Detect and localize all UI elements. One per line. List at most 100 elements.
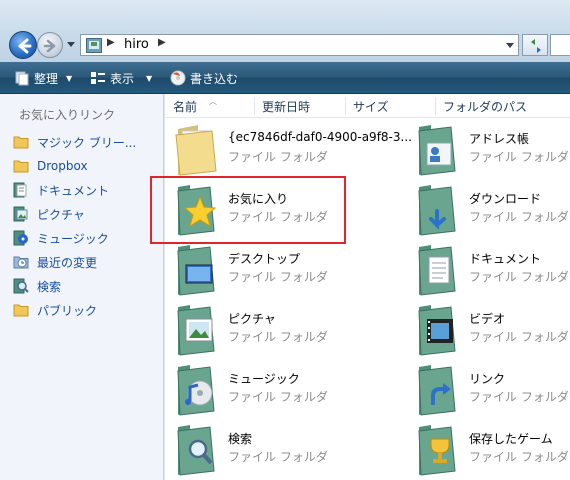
back-button[interactable] (9, 31, 37, 59)
file-type: ファイル フォルダ (228, 330, 328, 344)
file-type: ファイル フォルダ (469, 390, 569, 404)
file-tile[interactable]: {ec7846df-daf0-4900-a9f8-3... ファイル フォルダ (172, 121, 412, 179)
nav-item-label: マジック ブリー... (37, 135, 137, 150)
file-type: ファイル フォルダ (469, 210, 569, 224)
folder-icon (13, 304, 29, 317)
pane-splitter[interactable] (163, 94, 165, 480)
nav-item-label: 最近の変更 (37, 255, 98, 270)
searches-folder-icon (177, 425, 215, 476)
file-tile[interactable]: ビデオ ファイル フォルダ (413, 301, 570, 359)
file-name: ミュージック (228, 372, 300, 386)
column-divider[interactable] (435, 97, 436, 115)
file-type: ファイル フォルダ (228, 450, 328, 464)
music-folder-icon (177, 365, 215, 416)
documents-icon (13, 182, 27, 198)
nav-item-label: ドキュメント (37, 183, 110, 198)
address-field[interactable]: ▶ hiro ▶ (80, 34, 519, 56)
navigation-pane: お気に入りリンク マジック ブリー... Dropbox ドキュメント ピクチャ (0, 94, 163, 480)
history-dropdown-icon[interactable] (66, 41, 76, 49)
documents-folder-icon (418, 245, 456, 296)
breadcrumb-segment[interactable]: hiro (124, 37, 149, 52)
favorite-links-heading: お気に入りリンク (19, 108, 116, 122)
arrow-right-icon (43, 39, 56, 53)
file-type: ファイル フォルダ (228, 390, 328, 404)
contacts-folder-icon (418, 125, 456, 176)
file-type: ファイル フォルダ (469, 330, 569, 344)
file-name: ピクチャ (228, 312, 276, 326)
downloads-folder-icon (418, 185, 456, 236)
column-divider[interactable] (345, 97, 346, 115)
nav-item-pictures[interactable]: ピクチャ (13, 204, 85, 224)
nav-item-public[interactable]: パブリック (13, 300, 97, 320)
pictures-icon (13, 206, 28, 222)
column-folder-path[interactable]: フォルダのパス (443, 98, 527, 115)
plain-folder-icon (175, 125, 217, 176)
column-size[interactable]: サイズ (353, 98, 389, 115)
pictures-folder-icon (177, 305, 215, 356)
music-icon (13, 230, 28, 246)
command-toolbar: 整理 ▼ 表示 ▼ 書き込む (0, 62, 570, 94)
user-folder-icon (86, 38, 102, 53)
nav-item-magic-briefcase[interactable]: マジック ブリー... (13, 132, 136, 152)
file-name: ビデオ (469, 312, 506, 326)
file-tile[interactable]: 保存したゲーム ファイル フォルダ (413, 421, 570, 479)
file-name: アドレス帳 (469, 132, 530, 146)
organize-button[interactable]: 整理 ▼ (14, 69, 72, 87)
folder-icon (13, 136, 29, 149)
file-name: ダウンロード (469, 192, 542, 206)
organize-label: 整理 (34, 71, 59, 86)
nav-item-documents[interactable]: ドキュメント (13, 180, 109, 200)
file-type: ファイル フォルダ (228, 150, 328, 164)
file-tile[interactable]: ドキュメント ファイル フォルダ (413, 241, 570, 299)
nav-item-recent[interactable]: 最近の変更 (13, 252, 97, 272)
saved-games-folder-icon (418, 425, 456, 476)
column-divider[interactable] (254, 97, 255, 115)
breadcrumb-chevron-icon[interactable]: ▶ (107, 37, 115, 48)
file-tile[interactable]: 検索 ファイル フォルダ (172, 421, 412, 479)
burn-button[interactable]: 書き込む (170, 69, 238, 87)
view-icon (91, 72, 105, 84)
refresh-icon (531, 39, 541, 53)
file-tile[interactable]: ピクチャ ファイル フォルダ (172, 301, 412, 359)
chevron-down-icon: ▼ (66, 73, 73, 83)
file-name: デスクトップ (228, 252, 301, 266)
file-tile[interactable]: デスクトップ ファイル フォルダ (172, 241, 412, 299)
column-modified[interactable]: 更新日時 (262, 98, 310, 115)
highlight-annotation-box (150, 176, 346, 244)
nav-item-label: パブリック (37, 303, 98, 318)
file-type: ファイル フォルダ (228, 270, 328, 284)
nav-item-label: Dropbox (37, 159, 88, 173)
file-tile[interactable]: ミュージック ファイル フォルダ (172, 361, 412, 419)
address-bar-region: ▶ hiro ▶ (0, 0, 570, 62)
nav-item-label: 検索 (37, 279, 62, 294)
column-name[interactable]: 名前 (173, 98, 197, 115)
file-type: ファイル フォルダ (469, 270, 569, 284)
breadcrumb-chevron-icon[interactable]: ▶ (158, 37, 166, 48)
address-dropdown-icon[interactable] (505, 42, 515, 50)
search-icon (13, 278, 29, 294)
file-tile[interactable]: ダウンロード ファイル フォルダ (413, 181, 570, 239)
nav-item-label: ピクチャ (37, 207, 85, 222)
nav-item-search[interactable]: 検索 (13, 276, 61, 296)
burn-disc-icon (170, 70, 186, 86)
forward-button[interactable] (37, 32, 63, 58)
nav-item-music[interactable]: ミュージック (13, 228, 109, 248)
folder-icon (13, 160, 29, 173)
search-input[interactable] (550, 34, 570, 56)
arrow-left-icon (18, 38, 32, 54)
recent-icon (13, 256, 29, 269)
nav-item-dropbox[interactable]: Dropbox (13, 156, 88, 176)
file-type: ファイル フォルダ (469, 150, 569, 164)
view-button[interactable]: 表示 ▼ (90, 69, 152, 87)
file-name: 検索 (228, 432, 253, 446)
file-tile[interactable]: アドレス帳 ファイル フォルダ (413, 121, 570, 179)
view-label: 表示 (110, 71, 135, 86)
links-folder-icon (418, 365, 456, 416)
file-name: リンク (469, 372, 506, 386)
chevron-down-icon: ▼ (146, 73, 153, 83)
sort-ascending-icon: ︿ (209, 97, 217, 106)
videos-folder-icon (418, 305, 456, 356)
organize-icon (15, 71, 29, 86)
refresh-button[interactable] (522, 34, 548, 56)
file-tile[interactable]: リンク ファイル フォルダ (413, 361, 570, 419)
